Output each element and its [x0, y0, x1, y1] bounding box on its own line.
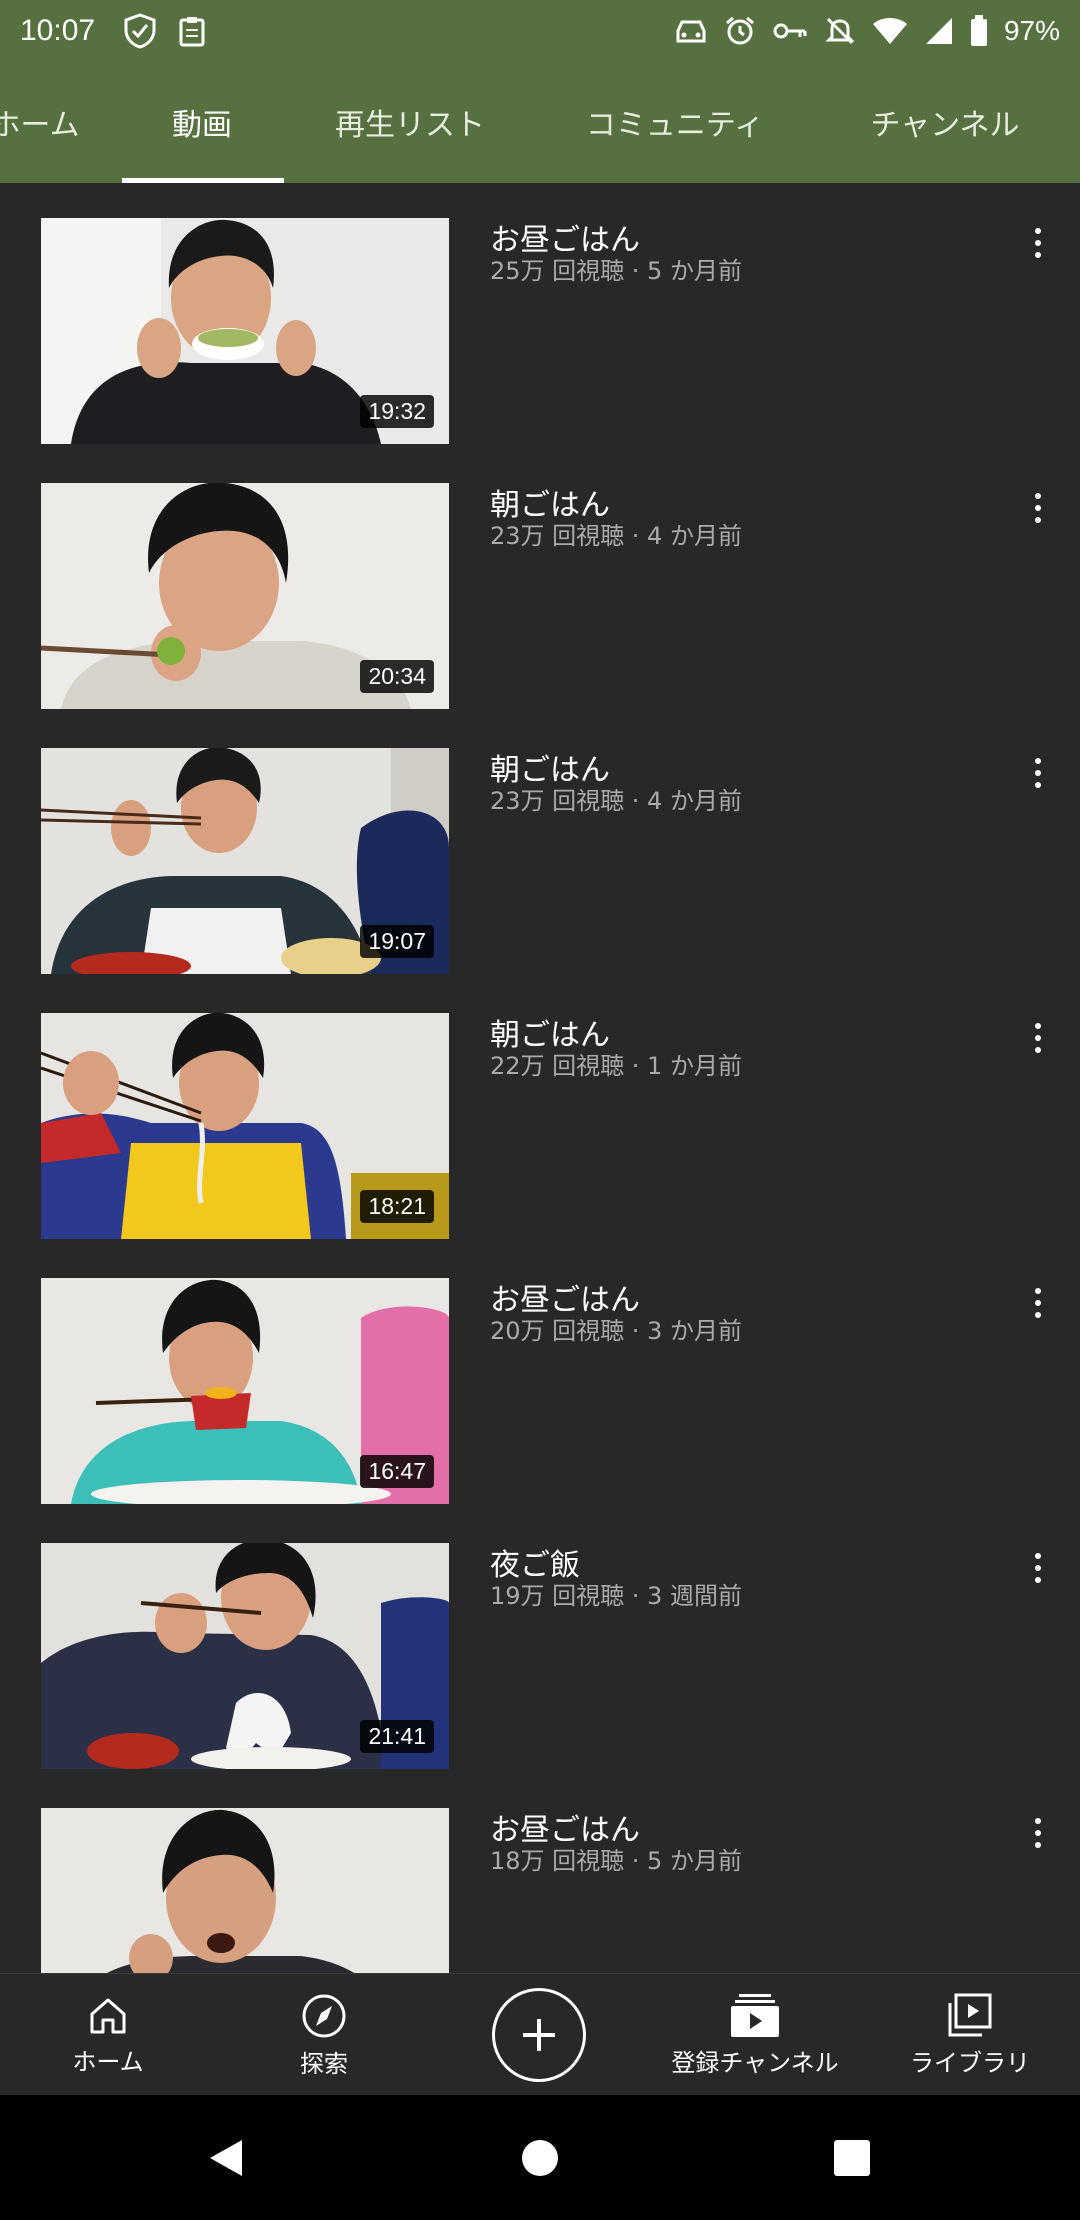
bottom-navigation: ホーム 探索 登録チャンネル ライブラリ: [0, 1973, 1080, 2095]
video-duration: 19:32: [360, 395, 434, 428]
video-item[interactable]: 18:21 朝ごはん 22万 回視聴 · 1 か月前: [0, 978, 1080, 1243]
video-thumbnail[interactable]: 16:47: [41, 1278, 449, 1504]
home-circle-icon: [520, 2138, 560, 2178]
video-meta: 25万 回視聴 · 5 か月前: [490, 257, 742, 285]
tab-videos[interactable]: 動画: [122, 61, 282, 183]
more-options-icon[interactable]: [1018, 488, 1058, 528]
nav-subscriptions-label: 登録チャンネル: [671, 2048, 839, 2077]
status-time: 10:07: [20, 13, 96, 47]
signal-icon: [924, 16, 954, 46]
more-options-icon[interactable]: [1018, 1018, 1058, 1058]
battery-icon: [970, 14, 988, 47]
video-item[interactable]: 16:47 お昼ごはん 20万 回視聴 · 3 か月前: [0, 1243, 1080, 1508]
video-item[interactable]: 19:07 朝ごはん 23万 回視聴 · 4 か月前: [0, 713, 1080, 978]
tab-playlists[interactable]: 再生リスト: [320, 61, 500, 183]
video-meta: 23万 回視聴 · 4 か月前: [490, 787, 742, 815]
car-icon: [674, 17, 708, 45]
shield-check-icon: [123, 12, 157, 49]
video-item[interactable]: 21:41 夜ご飯 19万 回視聴 · 3 週間前: [0, 1508, 1080, 1773]
video-item[interactable]: 19:32 お昼ごはん 25万 回視聴 · 5 か月前: [0, 183, 1080, 448]
video-meta: 20万 回視聴 · 3 か月前: [490, 1317, 742, 1345]
channel-tabs: ホーム 動画 再生リスト コミュニティ チャンネル: [0, 61, 1080, 183]
home-icon: [86, 1994, 130, 2038]
video-meta: 19万 回視聴 · 3 週間前: [490, 1582, 742, 1610]
notifications-off-icon: [824, 15, 856, 47]
more-options-icon[interactable]: [1018, 223, 1058, 263]
video-thumbnail[interactable]: 20:34: [41, 483, 449, 709]
plus-icon: [519, 2015, 559, 2055]
tab-home[interactable]: ホーム: [0, 61, 90, 183]
tab-channels[interactable]: チャンネル: [850, 61, 1040, 183]
video-duration: 18:21: [360, 1190, 434, 1223]
nav-explore[interactable]: 探索: [264, 1974, 384, 2096]
video-thumbnail[interactable]: [41, 1808, 449, 1973]
video-duration: 19:07: [360, 925, 434, 958]
video-meta: 23万 回視聴 · 4 か月前: [490, 522, 742, 550]
video-meta: 22万 回視聴 · 1 か月前: [490, 1052, 742, 1080]
system-navigation-bar: [0, 2095, 1080, 2220]
video-thumbnail[interactable]: 19:07: [41, 748, 449, 974]
video-list: 19:32 お昼ごはん 25万 回視聴 · 5 か月前 20:34 朝ごはん 2…: [0, 183, 1080, 1973]
recents-square-icon: [833, 2139, 871, 2177]
alarm-icon: [724, 15, 756, 47]
video-thumbnail[interactable]: 21:41: [41, 1543, 449, 1769]
video-thumbnail[interactable]: 19:32: [41, 218, 449, 444]
video-item[interactable]: 20:34 朝ごはん 23万 回視聴 · 4 か月前: [0, 448, 1080, 713]
nav-library[interactable]: ライブラリ: [900, 1974, 1040, 2096]
video-duration: 21:41: [360, 1720, 434, 1753]
create-button[interactable]: [492, 1988, 586, 2082]
nav-home-label: ホーム: [72, 2047, 144, 2076]
more-options-icon[interactable]: [1018, 753, 1058, 793]
clipboard-icon: [179, 15, 205, 47]
video-duration: 16:47: [360, 1455, 434, 1488]
more-options-icon[interactable]: [1018, 1813, 1058, 1853]
back-triangle-icon: [206, 2137, 246, 2179]
video-thumbnail[interactable]: 18:21: [41, 1013, 449, 1239]
video-meta: 18万 回視聴 · 5 か月前: [490, 1847, 742, 1875]
nav-subscriptions[interactable]: 登録チャンネル: [655, 1974, 855, 2096]
subscriptions-icon: [729, 1993, 781, 2039]
key-icon: [772, 19, 808, 43]
nav-home[interactable]: ホーム: [48, 1974, 168, 2096]
recents-button[interactable]: [792, 2095, 912, 2220]
video-duration: 20:34: [360, 660, 434, 693]
library-icon: [946, 1993, 994, 2039]
nav-explore-label: 探索: [300, 2049, 348, 2078]
more-options-icon[interactable]: [1018, 1283, 1058, 1323]
home-system-button[interactable]: [480, 2095, 600, 2220]
status-bar: 10:07 97%: [0, 0, 1080, 61]
back-button[interactable]: [166, 2095, 286, 2220]
battery-percent: 97%: [1003, 14, 1060, 46]
tab-community[interactable]: コミュニティ: [570, 61, 780, 183]
nav-library-label: ライブラリ: [910, 2048, 1030, 2077]
more-options-icon[interactable]: [1018, 1548, 1058, 1588]
compass-icon: [300, 1992, 348, 2040]
video-item[interactable]: お昼ごはん 18万 回視聴 · 5 か月前: [0, 1773, 1080, 1973]
wifi-icon: [872, 16, 908, 46]
